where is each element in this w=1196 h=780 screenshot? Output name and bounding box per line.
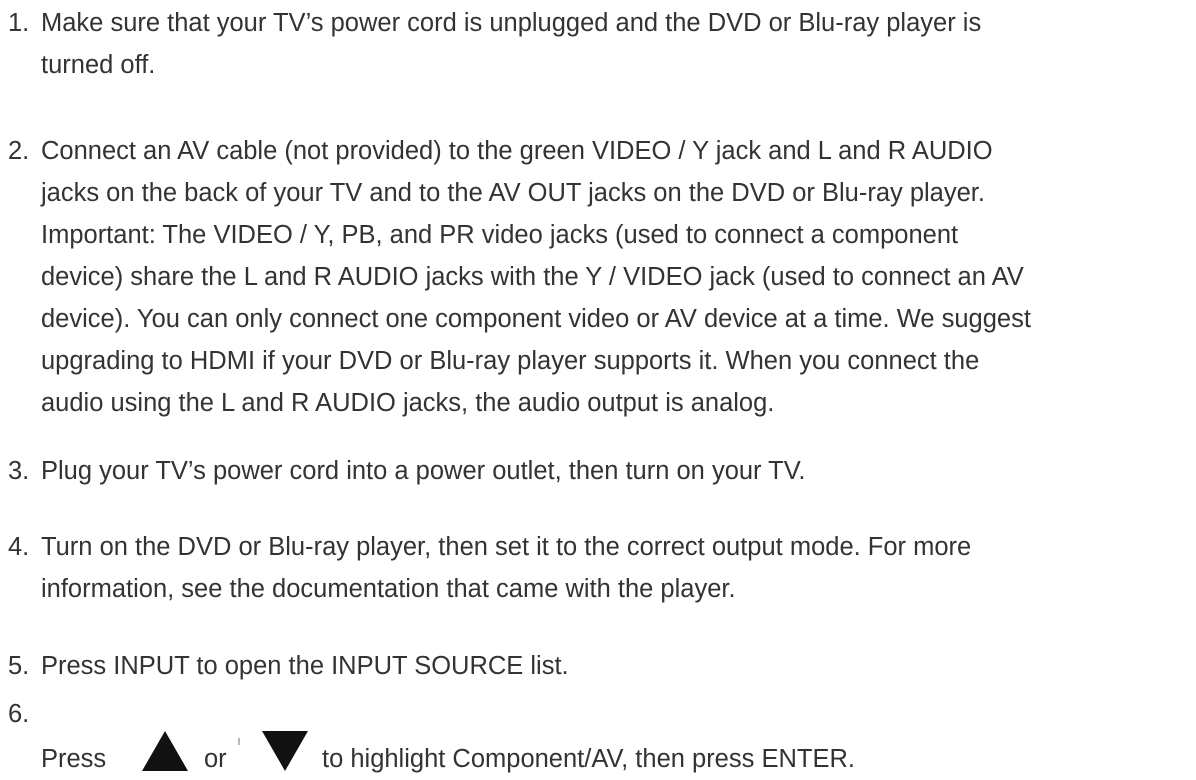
step-1: 1. Make sure that your TV’s power cord i…: [8, 2, 1188, 86]
instruction-list: 1. Make sure that your TV’s power cord i…: [0, 0, 1196, 773]
step-text: Connect an AV cable (not provided) to th…: [8, 130, 1188, 424]
step-text-line: Press INPUT to open the INPUT SOURCE lis…: [41, 652, 569, 680]
step-text: Turn on the DVD or Blu-ray player, then …: [8, 526, 1188, 610]
step-text-line: Important: The VIDEO / Y, PB, and PR vid…: [41, 221, 959, 249]
step-number: 5.: [8, 652, 30, 680]
up-arrow-icon: [142, 731, 188, 771]
step-text-line: upgrading to HDMI if your DVD or Blu-ray…: [41, 347, 980, 375]
step-text-line: information, see the documentation that …: [41, 575, 736, 603]
step-2: 2. Connect an AV cable (not provided) to…: [8, 130, 1188, 424]
step-text-line: jacks on the back of your TV and to the …: [41, 179, 985, 207]
step-text-line: device) share the L and R AUDIO jacks wi…: [41, 263, 1024, 291]
step-4: 4. Turn on the DVD or Blu-ray player, th…: [8, 526, 1188, 610]
step-text-line: Plug your TV’s power cord into a power o…: [41, 457, 806, 485]
step-text-line: device). You can only connect one compon…: [41, 305, 1031, 333]
step-number: 4.: [8, 533, 30, 561]
step-number: 6.: [8, 700, 30, 728]
step-text-line: Make sure that your TV’s power cord is u…: [41, 9, 982, 37]
step-text-line: Connect an AV cable (not provided) to th…: [41, 137, 993, 165]
step-text-line: audio using the L and R AUDIO jacks, the…: [41, 389, 775, 417]
step-3: 3. Plug your TV’s power cord into a powe…: [8, 450, 1188, 492]
stray-mark: [238, 738, 240, 745]
step-text-line: Turn on the DVD or Blu-ray player, then …: [41, 533, 972, 561]
or-word: or: [204, 745, 227, 773]
step-text: Press INPUT to open the INPUT SOURCE lis…: [8, 645, 1188, 687]
press-word: Press: [41, 745, 107, 773]
step-number: 3.: [8, 457, 30, 485]
step-text: Make sure that your TV’s power cord is u…: [8, 2, 1188, 86]
step-text: Plug your TV’s power cord into a power o…: [8, 450, 1188, 492]
step-number: 1.: [8, 9, 30, 37]
down-arrow-icon: [262, 731, 308, 771]
step-5: 5. Press INPUT to open the INPUT SOURCE …: [8, 645, 1188, 687]
step-number: 2.: [8, 137, 30, 165]
highlight-instruction-text: to highlight Component/AV, then press EN…: [322, 745, 855, 773]
step-text-line: turned off.: [41, 51, 156, 79]
